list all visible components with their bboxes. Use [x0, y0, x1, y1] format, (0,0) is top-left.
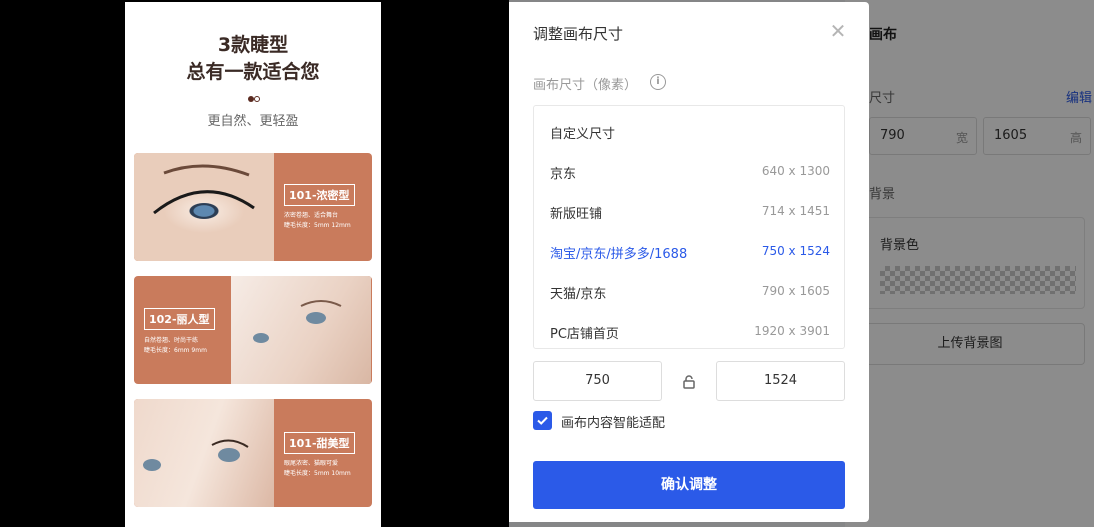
preset-label: 京东: [550, 167, 577, 182]
lash-desc-2: 睫毛长度：6mm 9mm: [144, 347, 207, 354]
lash-badge: 102-丽人型: [144, 308, 215, 330]
canvas-size-label: 画布尺寸（像素）: [533, 78, 638, 93]
resize-canvas-dialog: 调整画布尺寸 ✕ 画布尺寸（像素） i 自定义尺寸 京东 640 x 1300 …: [509, 2, 869, 522]
preset-jd[interactable]: 京东 640 x 1300: [550, 163, 830, 183]
poster-title-line1: 3款睫型: [217, 34, 289, 56]
preset-label: 天猫/京东: [550, 287, 607, 302]
preset-label: 自定义尺寸: [550, 127, 616, 142]
woman-photo: [134, 399, 274, 507]
lash-card: 101-浓密型 浓密卷翘、适合舞台 睫毛长度：5mm 12mm: [134, 153, 372, 261]
preset-dims: 640 x 1300: [761, 164, 830, 178]
lash-desc-2: 睫毛长度：5mm 12mm: [284, 222, 351, 229]
preset-pc-home[interactable]: PC店铺首页 1920 x 3901: [550, 323, 830, 343]
size-preset-list: 自定义尺寸 京东 640 x 1300 新版旺铺 714 x 1451 淘宝/京…: [533, 105, 845, 349]
height-input[interactable]: 1524: [716, 361, 845, 401]
lash-card: 102-丽人型 自然卷翘、时尚干练 睫毛长度：6mm 9mm: [134, 276, 372, 384]
preset-label: 淘宝/京东/拼多多/1688: [550, 247, 688, 262]
preset-dims: 1920 x 3901: [754, 324, 830, 338]
smart-fit-label: 画布内容智能适配: [561, 416, 666, 431]
preset-dims: 790 x 1605: [761, 284, 830, 298]
info-icon[interactable]: i: [650, 74, 666, 90]
lash-badge: 101-浓密型: [284, 184, 355, 206]
preset-tmall[interactable]: 天猫/京东 790 x 1605: [550, 283, 830, 303]
preset-label: PC店铺首页: [550, 327, 619, 342]
canvas-area: 3款睫型 总有一款适合您 更自然、更轻盈 101-浓密型 浓密卷翘、适合舞台 睫…: [0, 0, 509, 527]
close-icon[interactable]: ✕: [829, 21, 847, 41]
preset-label: 新版旺铺: [550, 207, 603, 222]
preset-dims: 714 x 1451: [761, 204, 830, 218]
preset-custom[interactable]: 自定义尺寸: [550, 123, 830, 143]
lash-desc-1: 浓密卷翘、适合舞台: [284, 212, 339, 219]
preset-taobao-selected[interactable]: 淘宝/京东/拼多多/1688 750 x 1524: [550, 243, 830, 263]
preset-dims: 750 x 1524: [761, 244, 830, 258]
dialog-title: 调整画布尺寸: [533, 25, 624, 43]
face-photo: [231, 276, 371, 384]
preset-new-wangpu[interactable]: 新版旺铺 714 x 1451: [550, 203, 830, 223]
eye-photo: [134, 153, 274, 261]
poster-title-line2: 总有一款适合您: [186, 61, 320, 83]
lash-badge: 101-甜美型: [284, 432, 355, 454]
lash-desc-1: 自然卷翘、时尚干练: [144, 337, 199, 344]
lash-desc-1: 眼尾浓密、猫眼可爱: [284, 460, 339, 467]
smart-fit-checkbox[interactable]: [533, 411, 552, 430]
poster-subtitle: 更自然、更轻盈: [207, 114, 299, 129]
lash-desc-2: 睫毛长度：5mm 10mm: [284, 470, 351, 477]
poster-dots: [248, 96, 260, 102]
lock-icon[interactable]: [683, 374, 695, 389]
poster-canvas[interactable]: 3款睫型 总有一款适合您 更自然、更轻盈 101-浓密型 浓密卷翘、适合舞台 睫…: [125, 2, 381, 527]
width-input[interactable]: 750: [533, 361, 662, 401]
lash-card: 101-甜美型 眼尾浓密、猫眼可爱 睫毛长度：5mm 10mm: [134, 399, 372, 507]
confirm-resize-button[interactable]: 确认调整: [533, 461, 845, 509]
